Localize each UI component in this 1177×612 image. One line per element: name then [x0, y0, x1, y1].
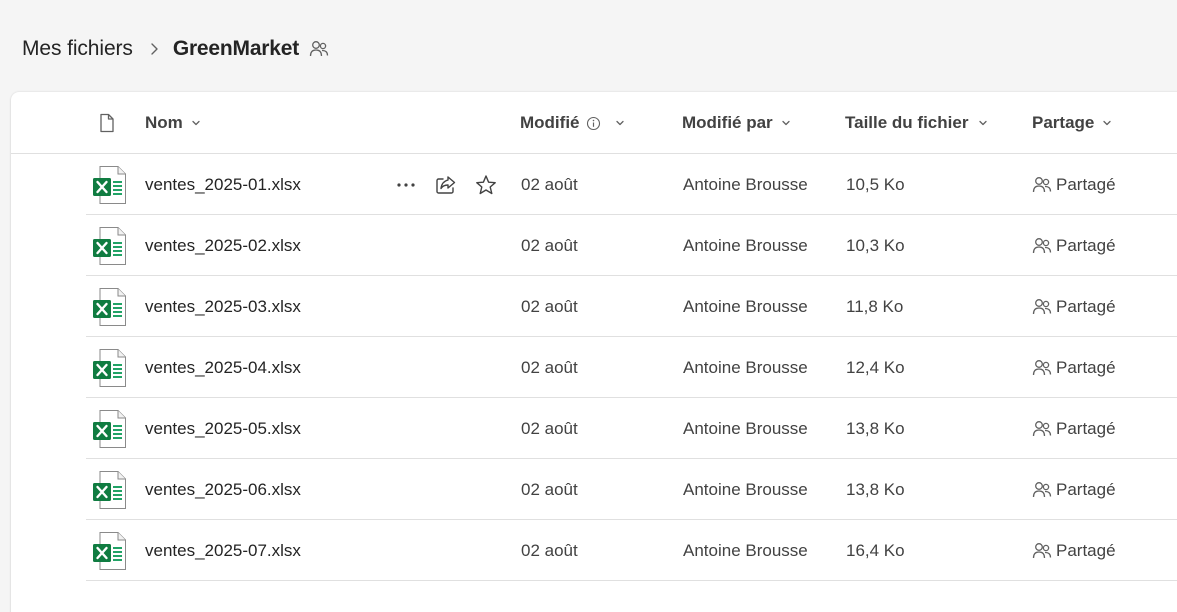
excel-file-icon: [91, 531, 127, 571]
file-name-link[interactable]: ventes_2025-03.xlsx: [145, 276, 301, 337]
column-header-size[interactable]: Taille du fichier: [845, 92, 988, 154]
column-header-sharing[interactable]: Partage: [1032, 92, 1112, 154]
column-header-row: Nom Modifié Modifié par Taille du fichie…: [11, 92, 1177, 154]
chevron-down-icon: [191, 119, 201, 127]
column-header-modified[interactable]: Modifié: [520, 92, 625, 154]
file-size: 16,4 Ko: [846, 540, 905, 560]
table-row[interactable]: ventes_2025-05.xlsx 02 août Antoine Brou…: [86, 398, 1177, 459]
people-icon: [1032, 359, 1052, 375]
table-row[interactable]: ventes_2025-04.xlsx 02 août Antoine Brou…: [86, 337, 1177, 398]
modified-date: 02 août: [521, 174, 578, 194]
modified-by: Antoine Brousse: [683, 174, 808, 194]
file-name-link[interactable]: ventes_2025-02.xlsx: [145, 215, 301, 276]
file-name-link[interactable]: ventes_2025-04.xlsx: [145, 337, 301, 398]
file-size: 13,8 Ko: [846, 418, 905, 438]
modified-by: Antoine Brousse: [683, 296, 808, 316]
breadcrumb: Mes fichiers GreenMarket: [22, 34, 329, 64]
row-actions: [386, 154, 506, 215]
file-size: 12,4 Ko: [846, 357, 905, 377]
modified-by: Antoine Brousse: [683, 235, 808, 255]
table-row[interactable]: ventes_2025-06.xlsx 02 août Antoine Brou…: [86, 459, 1177, 520]
sharing-status[interactable]: Partagé: [1032, 459, 1116, 520]
modified-by: Antoine Brousse: [683, 357, 808, 377]
people-icon: [1032, 420, 1052, 436]
table-row[interactable]: ventes_2025-03.xlsx 02 août Antoine Brou…: [86, 276, 1177, 337]
file-name-link[interactable]: ventes_2025-05.xlsx: [145, 398, 301, 459]
share-icon[interactable]: [426, 165, 466, 205]
file-list-panel: Nom Modifié Modifié par Taille du fichie…: [11, 92, 1177, 612]
file-size: 13,8 Ko: [846, 479, 905, 499]
sharing-status[interactable]: Partagé: [1032, 276, 1116, 337]
chevron-down-icon: [978, 119, 988, 127]
star-icon[interactable]: [466, 165, 506, 205]
modified-by: Antoine Brousse: [683, 479, 808, 499]
column-header-modified-by[interactable]: Modifié par: [682, 92, 791, 154]
excel-file-icon: [91, 470, 127, 510]
modified-by: Antoine Brousse: [683, 540, 808, 560]
modified-date: 02 août: [521, 296, 578, 316]
sharing-status[interactable]: Partagé: [1032, 215, 1116, 276]
modified-date: 02 août: [521, 418, 578, 438]
table-row[interactable]: ventes_2025-02.xlsx 02 août Antoine Brou…: [86, 215, 1177, 276]
file-name-link[interactable]: ventes_2025-06.xlsx: [145, 459, 301, 520]
people-icon: [1032, 237, 1052, 253]
table-row[interactable]: ventes_2025-07.xlsx 02 août Antoine Brou…: [86, 520, 1177, 581]
modified-date: 02 août: [521, 540, 578, 560]
file-name-link[interactable]: ventes_2025-07.xlsx: [145, 520, 301, 581]
chevron-right-icon: [149, 42, 159, 56]
file-size: 10,3 Ko: [846, 235, 905, 255]
modified-date: 02 août: [521, 357, 578, 377]
sharing-status[interactable]: Partagé: [1032, 337, 1116, 398]
more-horizontal-icon[interactable]: [386, 165, 426, 205]
breadcrumb-current-folder: GreenMarket: [172, 37, 300, 60]
people-icon: [1032, 176, 1052, 192]
excel-file-icon: [91, 287, 127, 327]
sharing-status[interactable]: Partagé: [1032, 520, 1116, 581]
people-icon: [1032, 481, 1052, 497]
table-row[interactable]: ventes_2025-01.xlsx 02 août Antoine Brou…: [86, 154, 1177, 215]
file-size: 10,5 Ko: [846, 174, 905, 194]
excel-file-icon: [91, 226, 127, 266]
chevron-down-icon: [1102, 119, 1112, 127]
sharing-status[interactable]: Partagé: [1032, 398, 1116, 459]
chevron-down-icon: [781, 119, 791, 127]
file-size: 11,8 Ko: [846, 296, 904, 316]
modified-by: Antoine Brousse: [683, 418, 808, 438]
column-header-name[interactable]: Nom: [145, 92, 201, 154]
breadcrumb-my-files-link[interactable]: Mes fichiers: [22, 37, 133, 61]
modified-date: 02 août: [521, 235, 578, 255]
people-icon: [1032, 542, 1052, 558]
excel-file-icon: [91, 348, 127, 388]
info-icon[interactable]: [586, 116, 601, 131]
people-icon[interactable]: [309, 40, 329, 58]
excel-file-icon: [91, 165, 127, 205]
document-icon[interactable]: [98, 92, 116, 154]
excel-file-icon: [91, 409, 127, 449]
chevron-down-icon: [615, 119, 625, 127]
people-icon: [1032, 298, 1052, 314]
file-name-link[interactable]: ventes_2025-01.xlsx: [145, 154, 301, 215]
modified-date: 02 août: [521, 479, 578, 499]
sharing-status[interactable]: Partagé: [1032, 154, 1116, 215]
